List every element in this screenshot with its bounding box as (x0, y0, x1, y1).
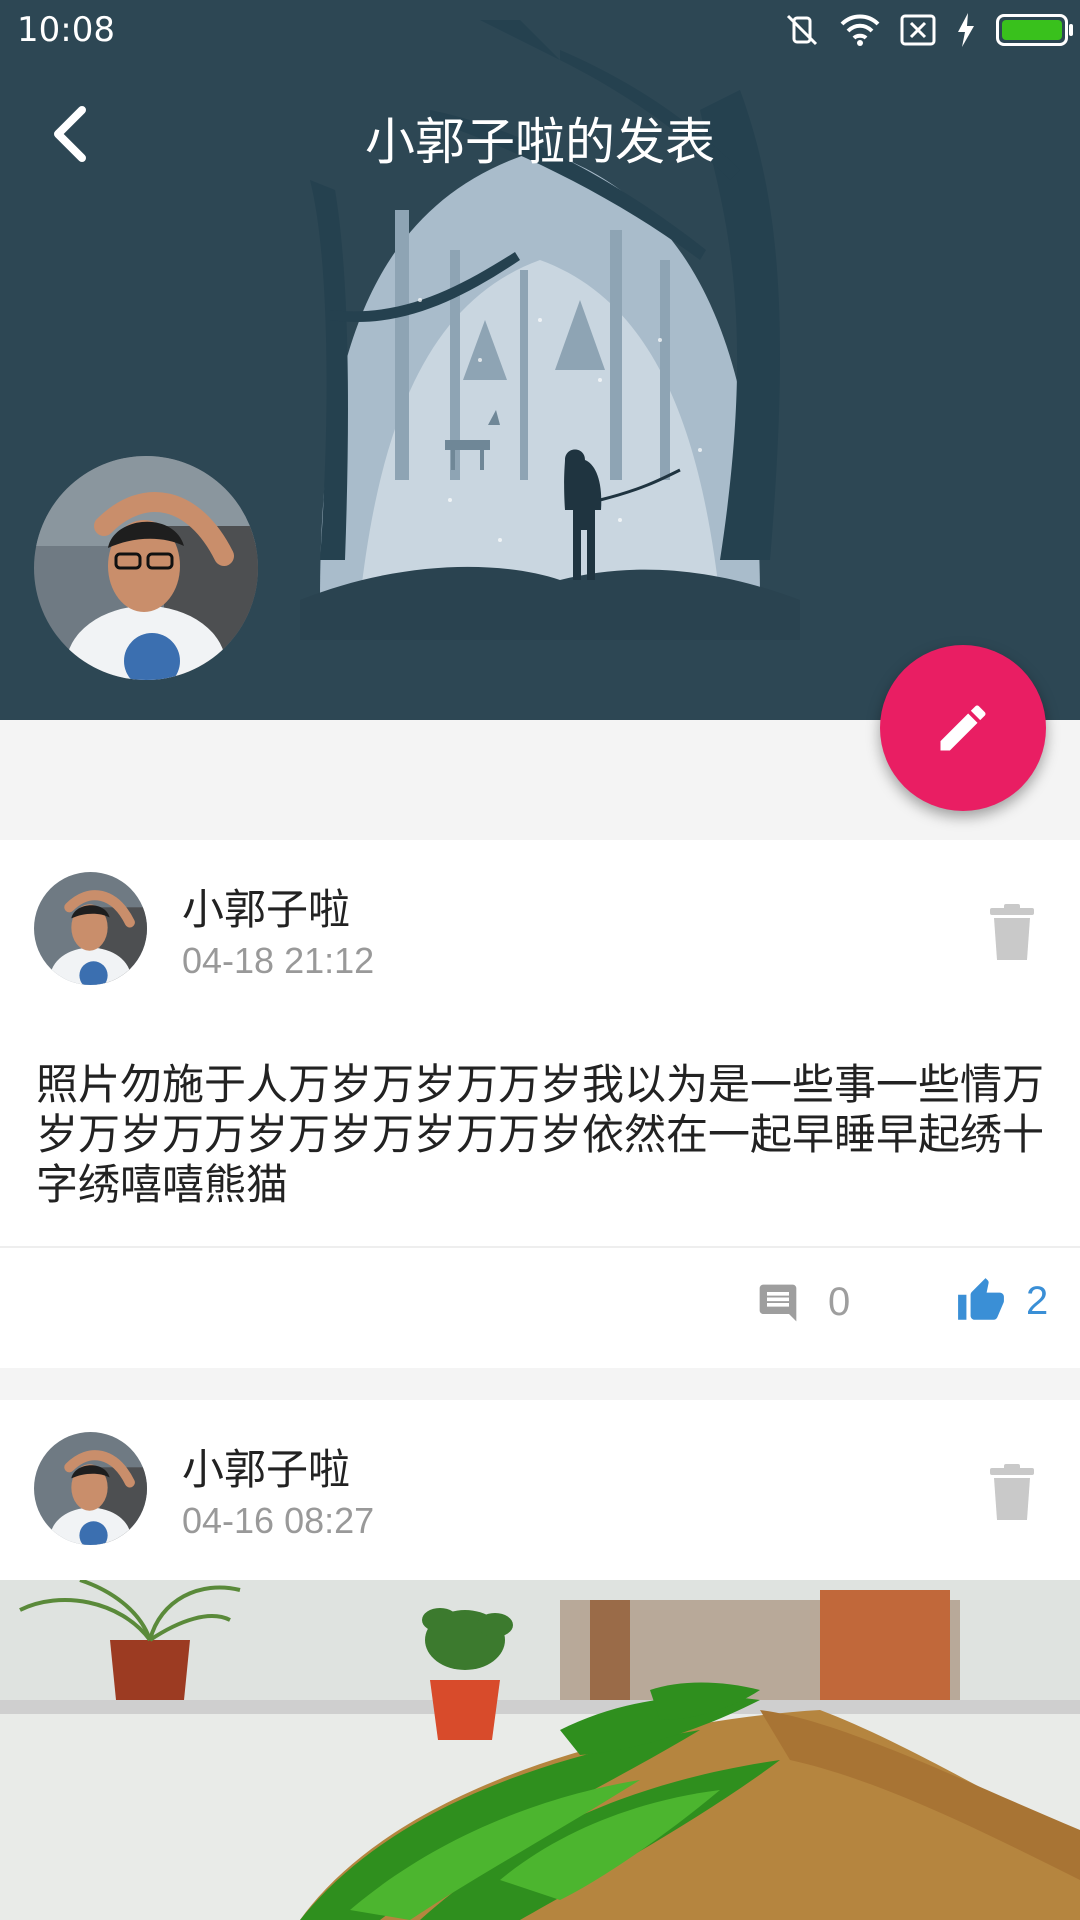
battery-icon (996, 14, 1073, 46)
post-card: 小郭子啦 04-16 08:27 (0, 1400, 1080, 1920)
comment-count: 0 (828, 1280, 851, 1324)
wifi-icon (840, 14, 880, 46)
post-author-avatar[interactable] (34, 872, 147, 985)
comment-button[interactable]: 0 (756, 1280, 850, 1325)
post-author-avatar[interactable] (34, 1432, 147, 1545)
status-icons (784, 10, 1073, 50)
status-bar: 10:08 (0, 0, 1080, 60)
post-timestamp: 04-16 08:27 (182, 1500, 375, 1541)
charging-icon (958, 13, 974, 47)
post-photo[interactable] (0, 1580, 1080, 1920)
profile-header: 10:08 小郭子啦的发表 (0, 0, 1080, 720)
compose-post-fab[interactable] (880, 645, 1046, 811)
vibrate-off-icon (786, 14, 818, 46)
post-author-name[interactable]: 小郭子啦 (182, 876, 350, 937)
no-sim-icon (900, 14, 936, 46)
pencil-icon (940, 705, 986, 751)
post-author-name[interactable]: 小郭子啦 (182, 1436, 350, 1497)
trash-icon[interactable] (990, 1464, 1034, 1520)
post-body-text: 照片勿施于人万岁万岁万万岁我以为是一些事一些情万岁万岁万万岁万岁万岁万万岁依然在… (36, 1060, 1045, 1209)
comment-icon (759, 1284, 797, 1321)
post-card: 小郭子啦 04-18 21:12 照片勿施于人万岁万岁万万岁我以为是一些事一些情… (0, 840, 1080, 1368)
page-title: 小郭子啦的发表 (365, 113, 715, 171)
like-count: 2 (1026, 1278, 1049, 1323)
profile-avatar[interactable] (34, 456, 258, 680)
divider (0, 1246, 1080, 1248)
status-time: 10:08 (17, 10, 115, 50)
like-button[interactable]: 2 (956, 1276, 1048, 1326)
trash-icon[interactable] (990, 904, 1034, 960)
thumbs-up-icon (958, 1278, 1004, 1320)
post-timestamp: 04-18 21:12 (182, 940, 375, 981)
